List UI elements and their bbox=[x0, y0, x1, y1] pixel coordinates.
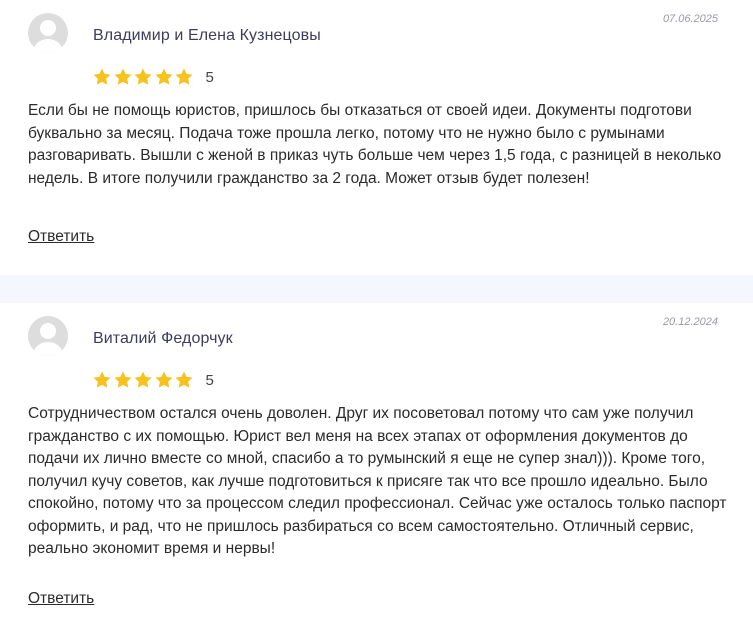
reviews-list: Владимир и Елена Кузнецовы 07.06.2025 5 … bbox=[0, 0, 753, 628]
star-icon bbox=[92, 370, 112, 390]
star-icon bbox=[154, 67, 174, 87]
review-rating: 5 bbox=[92, 66, 214, 88]
star-icon bbox=[174, 67, 194, 87]
user-avatar-placeholder-icon bbox=[28, 316, 68, 356]
star-icon bbox=[154, 370, 174, 390]
star-icon bbox=[92, 67, 112, 87]
avatar-shoulders-shape bbox=[33, 39, 63, 53]
review-date: 20.12.2024 bbox=[662, 316, 718, 328]
star-icon bbox=[113, 67, 133, 87]
review-rating: 5 bbox=[92, 369, 214, 391]
star-icon bbox=[113, 370, 133, 390]
avatar-head-shape bbox=[40, 20, 56, 36]
review-author: Виталий Федорчук bbox=[93, 330, 233, 347]
reply-link[interactable]: Ответить bbox=[28, 228, 94, 246]
review-author: Владимир и Елена Кузнецовы bbox=[93, 27, 321, 44]
star-icon bbox=[174, 370, 194, 390]
review-card: Виталий Федорчук 20.12.2024 5 Сотрудниче… bbox=[0, 303, 753, 628]
rating-value: 5 bbox=[205, 371, 214, 389]
review-text: Сотрудничеством остался очень доволен. Д… bbox=[28, 405, 727, 557]
reply-link[interactable]: Ответить bbox=[28, 590, 94, 608]
user-avatar-placeholder-icon bbox=[28, 13, 68, 53]
rating-value: 5 bbox=[205, 68, 214, 86]
review-divider bbox=[0, 275, 753, 303]
star-icon bbox=[133, 370, 153, 390]
review-date: 07.06.2025 bbox=[662, 13, 718, 25]
review-text: Если бы не помощь юристов, пришлось бы о… bbox=[28, 102, 722, 187]
star-icon bbox=[133, 67, 153, 87]
review-card: Владимир и Елена Кузнецовы 07.06.2025 5 … bbox=[0, 0, 753, 275]
avatar-shoulders-shape bbox=[33, 342, 63, 356]
avatar-head-shape bbox=[40, 323, 56, 339]
